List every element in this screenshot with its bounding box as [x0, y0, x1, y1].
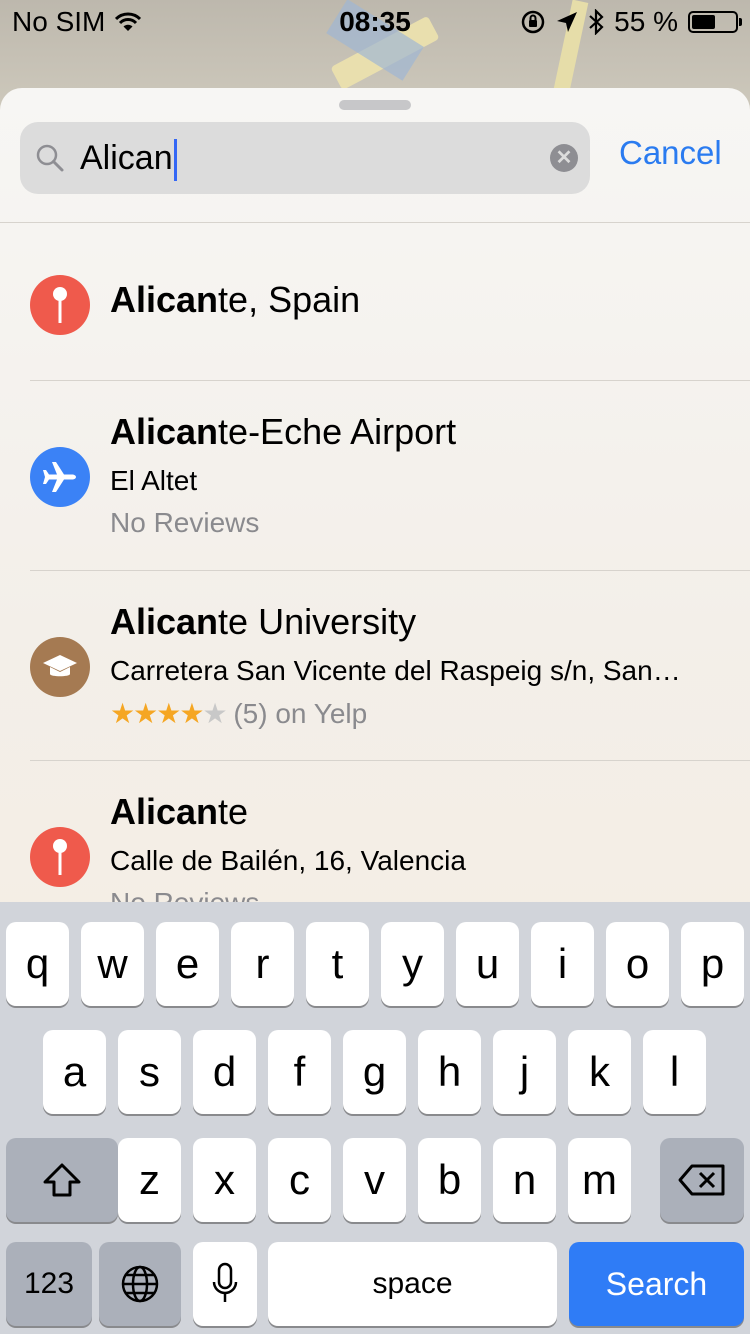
result-reviews: No Reviews — [110, 507, 260, 538]
key-d[interactable]: d — [193, 1030, 256, 1114]
cancel-button[interactable]: Cancel — [619, 134, 722, 172]
key-e[interactable]: e — [156, 922, 219, 1006]
result-title-match: Alican — [110, 791, 219, 832]
key-v[interactable]: v — [343, 1138, 406, 1222]
star-rating: ★★★★★ — [110, 698, 228, 729]
globe-key[interactable] — [99, 1242, 181, 1326]
search-query-text: Alican — [80, 139, 173, 177]
numbers-key[interactable]: 123 — [6, 1242, 92, 1326]
result-title-rest: te-Eche Airport — [218, 411, 457, 452]
star-filled-icon: ★ — [156, 698, 181, 729]
result-title: Alicante, Spain — [110, 279, 360, 321]
result-title: Alicante — [110, 791, 248, 833]
key-p[interactable]: p — [681, 922, 744, 1006]
globe-icon — [121, 1265, 159, 1303]
result-item[interactable]: Alicante, Spain — [0, 223, 750, 381]
clear-search-icon[interactable]: ✕ — [550, 144, 578, 172]
orientation-lock-icon — [521, 10, 545, 34]
result-title-match: Alican — [110, 279, 219, 320]
key-o[interactable]: o — [606, 922, 669, 1006]
key-f[interactable]: f — [268, 1030, 331, 1114]
key-h[interactable]: h — [418, 1030, 481, 1114]
status-bar: No SIM 08:35 55 % — [0, 0, 750, 40]
key-w[interactable]: w — [81, 922, 144, 1006]
battery-percent: 55 % — [614, 6, 678, 37]
key-z[interactable]: z — [118, 1138, 181, 1222]
key-c[interactable]: c — [268, 1138, 331, 1222]
battery-icon — [688, 11, 742, 33]
result-title-match: Alican — [110, 601, 219, 642]
key-n[interactable]: n — [493, 1138, 556, 1222]
key-m[interactable]: m — [568, 1138, 631, 1222]
result-title-match: Alican — [110, 411, 219, 452]
key-a[interactable]: a — [43, 1030, 106, 1114]
star-filled-icon: ★ — [133, 698, 158, 729]
search-sheet: Alican ✕ Cancel Alicante, Spain Alicante… — [0, 88, 750, 988]
space-key[interactable]: space — [268, 1242, 557, 1326]
star-filled-icon: ★ — [179, 698, 204, 729]
star-empty-icon: ★ — [202, 698, 227, 729]
key-l[interactable]: l — [643, 1030, 706, 1114]
key-t[interactable]: t — [306, 922, 369, 1006]
bluetooth-icon — [589, 9, 604, 35]
result-title-rest: te — [218, 791, 249, 832]
airplane-icon — [30, 447, 90, 507]
result-rating: ★★★★★ (5) on Yelp — [110, 697, 367, 730]
location-arrow-icon — [557, 12, 578, 32]
key-j[interactable]: j — [493, 1030, 556, 1114]
result-title-rest: te University — [218, 601, 417, 642]
shift-icon — [43, 1163, 81, 1197]
key-u[interactable]: u — [456, 922, 519, 1006]
pin-icon — [30, 827, 90, 887]
star-filled-icon: ★ — [110, 698, 135, 729]
search-input[interactable]: Alican ✕ — [20, 122, 590, 194]
key-x[interactable]: x — [193, 1138, 256, 1222]
sheet-grabber[interactable] — [339, 100, 411, 110]
microphone-icon — [212, 1262, 238, 1302]
result-subtitle: Carretera San Vicente del Raspeig s/n, S… — [110, 655, 681, 686]
result-subtitle: Calle de Bailén, 16, Valencia — [110, 845, 466, 876]
key-y[interactable]: y — [381, 922, 444, 1006]
graduation-cap-icon — [30, 637, 90, 697]
key-i[interactable]: i — [531, 922, 594, 1006]
key-b[interactable]: b — [418, 1138, 481, 1222]
result-item[interactable]: Alicante-Eche Airport El Altet No Review… — [0, 381, 750, 571]
shift-key[interactable] — [6, 1138, 118, 1222]
dictation-key[interactable] — [193, 1242, 257, 1326]
result-title: Alicante University — [110, 601, 416, 643]
result-reviews: (5) on Yelp — [233, 698, 368, 729]
key-q[interactable]: q — [6, 922, 69, 1006]
key-k[interactable]: k — [568, 1030, 631, 1114]
key-r[interactable]: r — [231, 922, 294, 1006]
result-title-rest: te, Spain — [218, 279, 361, 320]
battery-fill — [692, 15, 715, 29]
pin-icon — [30, 275, 90, 335]
backspace-icon — [678, 1164, 725, 1196]
search-key[interactable]: Search — [569, 1242, 744, 1326]
delete-key[interactable] — [660, 1138, 744, 1222]
result-title: Alicante-Eche Airport — [110, 411, 456, 453]
result-item[interactable]: Alicante University Carretera San Vicent… — [0, 571, 750, 761]
key-g[interactable]: g — [343, 1030, 406, 1114]
keyboard: qwertyuiop asdfghjkl zxcvbnm 123 space S… — [0, 902, 750, 1334]
search-query[interactable]: Alican — [80, 136, 177, 182]
key-s[interactable]: s — [118, 1030, 181, 1114]
search-icon — [36, 144, 64, 172]
text-cursor — [173, 139, 177, 182]
result-subtitle: El Altet — [110, 465, 198, 496]
